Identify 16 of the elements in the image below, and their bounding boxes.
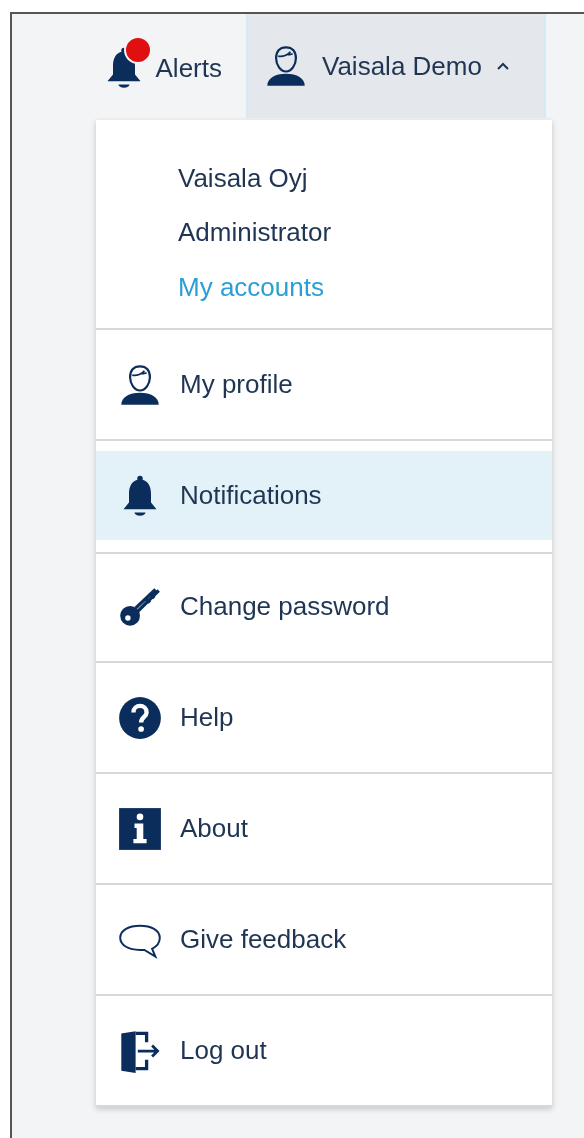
alerts-button[interactable]: Alerts [77,18,246,118]
info-icon [118,806,162,851]
logout-icon [118,1028,162,1073]
user-icon [118,362,162,407]
organization-name: Vaisala Oyj [178,162,308,195]
menu-item[interactable]: Change password [96,552,552,663]
menu-item[interactable]: Notifications [96,441,552,552]
caret-icon [495,61,510,71]
user-icon [264,44,308,88]
help-icon [118,695,162,740]
menu-item[interactable]: Log out [96,996,552,1107]
menu-item[interactable]: Give feedback [96,885,552,996]
menu-item[interactable]: About [96,774,552,885]
menu-item[interactable]: Help [96,663,552,774]
user-role: Administrator [178,216,332,250]
user-menu-button[interactable]: Vaisala Demo [246,14,546,118]
